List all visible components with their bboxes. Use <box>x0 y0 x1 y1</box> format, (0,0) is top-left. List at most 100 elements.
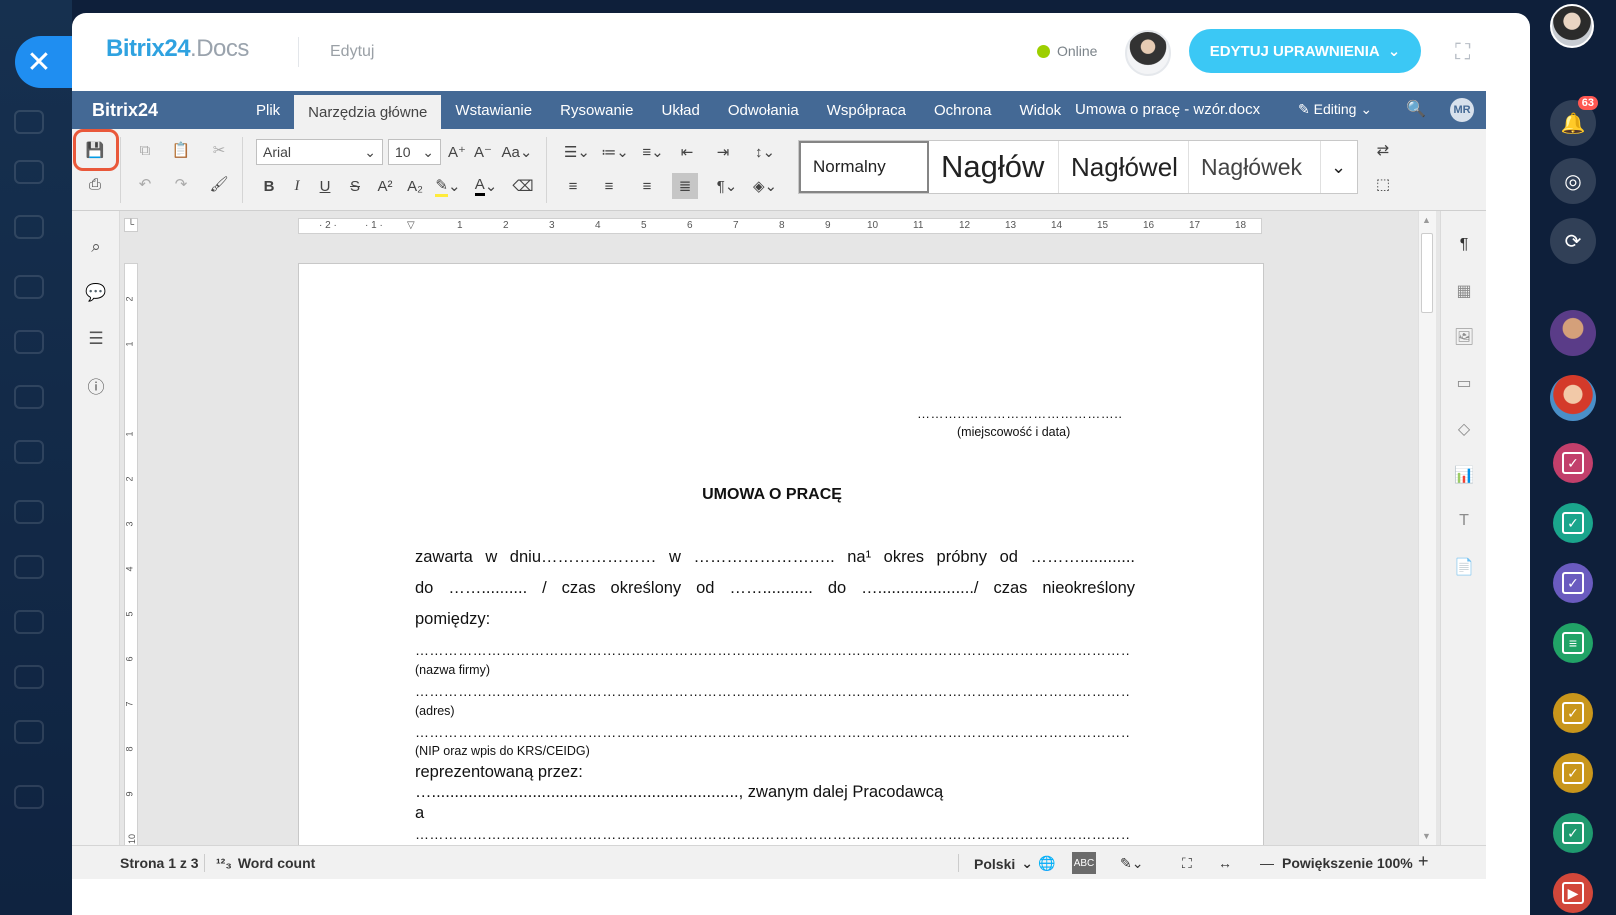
document-icon[interactable]: ≡ <box>1553 623 1593 663</box>
page-info[interactable]: Strona 1 z 3 <box>120 855 199 871</box>
target-icon[interactable]: ◎ <box>1550 158 1596 204</box>
align-center-icon[interactable]: ≡ <box>596 173 622 199</box>
zoom-out-icon[interactable]: — <box>1260 855 1274 871</box>
vertical-ruler[interactable]: 2 1 1 2 3 4 5 6 7 8 9 10 <box>124 263 138 845</box>
task-icon[interactable]: ✓ <box>1553 443 1593 483</box>
document-page[interactable]: ………..…………………………….. (miejscowość i data) … <box>298 263 1264 845</box>
align-right-icon[interactable]: ≡ <box>634 173 660 199</box>
word-count-button[interactable]: ¹²₃ Word count <box>216 855 315 871</box>
styles-expand-icon[interactable]: ⌄ <box>1321 141 1356 193</box>
paste-icon[interactable]: 📋 <box>168 137 194 163</box>
align-left-icon[interactable]: ≡ <box>560 173 586 199</box>
decrease-font-icon[interactable]: A⁻ <box>470 139 496 165</box>
scroll-up-icon[interactable]: ▲ <box>1422 215 1431 225</box>
numbering-icon[interactable]: ≔⌄ <box>598 139 632 165</box>
globe-icon[interactable]: 🌐 <box>1038 855 1055 872</box>
font-name-select[interactable]: Arial ⌄ <box>256 139 383 165</box>
horizontal-ruler[interactable]: · 2 · · 1 · ▽ 1 2 3 4 5 6 7 8 9 10 11 12 13 14 15 16 17 18 <box>298 218 1262 234</box>
shading-icon[interactable]: ◈⌄ <box>748 173 782 199</box>
subscript-icon[interactable]: A₂ <box>402 173 428 199</box>
tab-layout[interactable]: Układ <box>647 91 713 129</box>
font-size-select[interactable]: 10 ⌄ <box>388 139 441 165</box>
task-icon[interactable]: ✓ <box>1553 753 1593 793</box>
vertical-scrollbar[interactable]: ▲ ▼ <box>1418 211 1436 845</box>
close-button[interactable]: ✕ <box>15 36 77 88</box>
task-icon[interactable]: ✓ <box>1553 563 1593 603</box>
notifications-button[interactable]: 🔔 63 <box>1550 96 1598 146</box>
editor-avatar[interactable] <box>1125 30 1171 76</box>
clear-format-icon[interactable]: ⌫ <box>510 173 536 199</box>
chart-settings-icon[interactable]: 📊 <box>1452 463 1476 487</box>
bullets-icon[interactable]: ☰⌄ <box>560 139 594 165</box>
style-heading-3[interactable]: Nagłówek <box>1189 141 1321 193</box>
contact-avatar[interactable] <box>1550 310 1596 356</box>
user-initials-avatar[interactable]: MR <box>1450 98 1474 122</box>
underline-icon[interactable]: U <box>312 173 338 199</box>
comments-icon[interactable]: 💬 <box>84 281 108 305</box>
multilevel-list-icon[interactable]: ≡⌄ <box>636 139 670 165</box>
paragraph-settings-icon[interactable]: ¶ <box>1452 233 1476 257</box>
tab-protection[interactable]: Ochrona <box>920 91 1006 129</box>
select-all-icon[interactable]: ⬚ <box>1370 171 1396 197</box>
nonprinting-chars-icon[interactable]: ¶⌄ <box>710 173 744 199</box>
tab-collaboration[interactable]: Współpraca <box>813 91 920 129</box>
tab-stop-selector[interactable]: └ <box>124 218 138 232</box>
style-normal[interactable]: Normalny <box>799 141 929 193</box>
redo-icon[interactable]: ↷ <box>168 171 194 197</box>
language-select[interactable]: Polski ⌄ <box>974 855 1033 872</box>
edit-permissions-button[interactable]: EDYTUJ UPRAWNIENIA ⌄ <box>1189 29 1421 73</box>
tab-home[interactable]: Narzędzia główne <box>294 95 442 129</box>
tab-references[interactable]: Odwołania <box>714 91 813 129</box>
sync-icon[interactable]: ⟳ <box>1550 218 1596 264</box>
decrease-indent-icon[interactable]: ⇤ <box>674 139 700 165</box>
change-case-icon[interactable]: Aa⌄ <box>500 139 534 165</box>
increase-indent-icon[interactable]: ⇥ <box>710 139 736 165</box>
shape-settings-icon[interactable]: ◇ <box>1452 417 1476 441</box>
cut-icon[interactable]: ✂ <box>206 137 232 163</box>
copy-icon[interactable]: ⧉ <box>132 137 158 163</box>
task-icon[interactable]: ✓ <box>1553 813 1593 853</box>
user-avatar[interactable] <box>1550 4 1594 48</box>
info-icon[interactable]: ⓘ <box>84 373 108 397</box>
task-icon[interactable]: ✓ <box>1553 693 1593 733</box>
style-heading-1[interactable]: Nagłów <box>929 141 1059 193</box>
fit-width-icon[interactable]: ↔ <box>1218 855 1232 871</box>
editing-mode-dropdown[interactable]: ✎ Editing ⌄ <box>1298 101 1372 118</box>
fullscreen-icon[interactable]: ⛶ <box>1455 39 1481 65</box>
spellcheck-icon[interactable]: ABC <box>1072 852 1096 874</box>
table-settings-icon[interactable]: ▦ <box>1452 279 1476 303</box>
contact-avatar[interactable] <box>1550 375 1596 421</box>
track-changes-icon[interactable]: ✎⌄ <box>1120 855 1143 872</box>
italic-icon[interactable]: I <box>284 173 310 199</box>
tab-view[interactable]: Widok <box>1005 91 1075 129</box>
undo-icon[interactable]: ↶ <box>132 171 158 197</box>
increase-font-icon[interactable]: A⁺ <box>444 139 470 165</box>
highlight-color-icon[interactable]: ✎ ⌄ <box>432 173 464 199</box>
navigation-icon[interactable]: ☰ <box>84 327 108 351</box>
bold-icon[interactable]: B <box>256 173 282 199</box>
search-icon[interactable]: ⌕ <box>84 235 108 259</box>
replace-icon[interactable]: ⇄ <box>1370 137 1396 163</box>
video-icon[interactable]: ▶ <box>1553 873 1593 913</box>
style-heading-2[interactable]: Nagłówel <box>1059 141 1189 193</box>
mail-merge-icon[interactable]: 📄 <box>1452 555 1476 579</box>
justify-icon[interactable]: ≣ <box>672 173 698 199</box>
fit-page-icon[interactable]: ⛶ <box>1182 855 1192 872</box>
task-icon[interactable]: ✓ <box>1553 503 1593 543</box>
image-settings-icon[interactable]: 🖼 <box>1452 325 1476 349</box>
line-spacing-icon[interactable]: ↕⌄ <box>748 139 782 165</box>
superscript-icon[interactable]: A² <box>372 173 398 199</box>
scrollbar-thumb[interactable] <box>1421 233 1433 313</box>
scroll-down-icon[interactable]: ▼ <box>1422 831 1431 841</box>
zoom-in-icon[interactable]: + <box>1418 851 1429 872</box>
search-icon[interactable]: 🔍 <box>1406 99 1426 119</box>
header-footer-icon[interactable]: ▭ <box>1452 371 1476 395</box>
tab-file[interactable]: Plik <box>242 91 294 129</box>
format-painter-icon[interactable]: 🖌 <box>206 171 232 197</box>
print-icon[interactable]: ⎙ <box>82 171 108 197</box>
tab-insert[interactable]: Wstawianie <box>441 91 546 129</box>
font-color-icon[interactable]: A ⌄ <box>470 173 502 199</box>
tab-draw[interactable]: Rysowanie <box>546 91 647 129</box>
textart-settings-icon[interactable]: T <box>1452 509 1476 533</box>
save-icon[interactable]: 💾 <box>82 137 108 163</box>
